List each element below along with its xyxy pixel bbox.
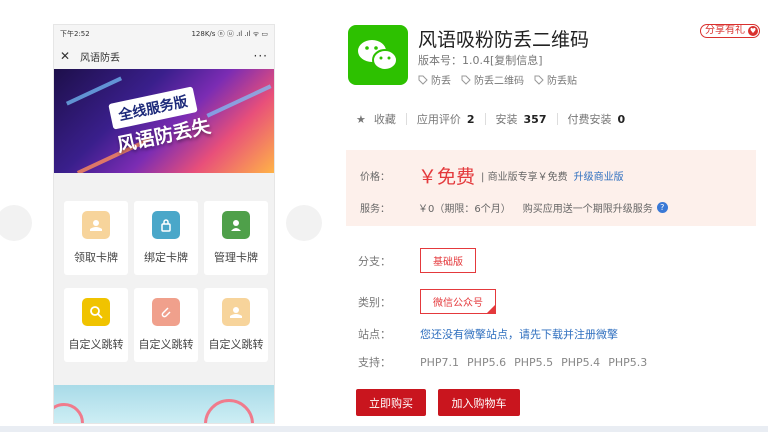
app-detail-page: 下午2:52 128K/s ⓝ ⓤ .ıl .ıl ᯤ ▭ ✕ 风语防丢 ···…	[0, 0, 768, 432]
branch-label: 分支：	[358, 254, 391, 268]
person-card-icon	[222, 211, 250, 239]
tag-label: 防丢二维码	[474, 76, 524, 87]
tag-item[interactable]: 防丢	[418, 72, 451, 87]
tile-label: 自定义跳转	[138, 338, 194, 351]
selected-corner-icon	[486, 304, 496, 314]
rating-value: 2	[466, 112, 475, 126]
share-reward-badge[interactable]: 分享有礼 ♥	[700, 24, 760, 38]
stats-bar: ★ 收藏 应用评价 2 安装 357 付费安装 0	[356, 111, 625, 127]
tile-manage-card: 管理卡牌	[204, 201, 268, 275]
wechat-icon	[348, 25, 408, 85]
tag-label: 防丢贴	[547, 76, 577, 87]
close-icon: ✕	[60, 49, 71, 63]
search-icon	[82, 298, 110, 326]
lock-icon	[152, 211, 180, 239]
php-version: PHP5.6	[467, 355, 507, 369]
status-time: 下午2:52	[60, 30, 90, 38]
tile-label: 自定义跳转	[68, 338, 124, 351]
screenshot-preview: 下午2:52 128K/s ⓝ ⓤ .ıl .ıl ᯤ ▭ ✕ 风语防丢 ···…	[53, 24, 275, 424]
service-row: 服务： ￥0（期限：6个月） 购买应用送一个期限升级服务 ?	[360, 200, 668, 215]
php-version: PHP5.5	[514, 355, 554, 369]
banner-streak	[65, 76, 123, 106]
buy-now-button[interactable]: 立即购买	[356, 389, 426, 416]
tile-label: 绑定卡牌	[144, 251, 188, 264]
category-option-label: 微信公众号	[433, 298, 483, 309]
tile-label: 管理卡牌	[214, 251, 258, 264]
category-label: 类别：	[358, 295, 391, 309]
star-icon[interactable]: ★	[356, 113, 366, 126]
tag-icon	[534, 75, 544, 85]
category-row: 类别： 微信公众号	[358, 289, 496, 314]
more-icon: ···	[253, 49, 268, 63]
version-info[interactable]: 版本号：1.0.4[复制信息]	[418, 52, 543, 68]
tile-label: 自定义跳转	[208, 338, 264, 351]
hand-card-icon	[82, 211, 110, 239]
category-option[interactable]: 微信公众号	[420, 289, 496, 314]
preview-tile-grid: 领取卡牌 绑定卡牌 管理卡牌 自定义跳转 自定义跳转 自定义跳转	[64, 201, 268, 362]
hand-card-icon	[222, 298, 250, 326]
install-value: 357	[523, 112, 547, 126]
paid-install-value: 0	[617, 112, 626, 126]
support-row: 支持： PHP7.1 PHP5.6 PHP5.5 PHP5.4 PHP5.3	[358, 354, 647, 370]
rating-label: 应用评价	[416, 113, 461, 126]
php-version: PHP7.1	[420, 355, 460, 369]
tag-item[interactable]: 防丢二维码	[461, 72, 524, 87]
tile-custom-jump: 自定义跳转	[204, 288, 268, 362]
banner-decoration	[204, 399, 254, 423]
tile-claim-card: 领取卡牌	[64, 201, 128, 275]
site-label: 站点：	[358, 328, 391, 341]
service-value: ￥0（期限：6个月）	[418, 204, 511, 215]
php-version: PHP5.3	[608, 355, 648, 369]
price-note: | 商业版专享￥免费	[481, 172, 568, 183]
tile-custom-jump: 自定义跳转	[64, 288, 128, 362]
paperclip-icon	[152, 298, 180, 326]
price-row: 价格： ￥免费 | 商业版专享￥免费 升级商业版	[360, 162, 624, 189]
banner-decoration	[54, 403, 84, 423]
tag-icon	[461, 75, 471, 85]
tag-label: 防丢	[431, 76, 451, 87]
upgrade-commercial-link[interactable]: 升级商业版	[574, 168, 624, 183]
help-icon[interactable]: ?	[656, 202, 668, 213]
divider	[556, 113, 558, 125]
tile-bind-card: 绑定卡牌	[134, 201, 198, 275]
divider	[405, 113, 407, 125]
favorite-label[interactable]: 收藏	[374, 111, 396, 127]
price-label: 价格：	[360, 172, 390, 183]
divider	[484, 113, 486, 125]
tag-icon	[418, 75, 428, 85]
branch-option[interactable]: 基础版	[420, 248, 476, 273]
price-value: ￥免费	[418, 166, 476, 188]
php-version: PHP5.4	[561, 355, 601, 369]
gift-icon: ♥	[748, 26, 758, 36]
preview-nav-title: 风语防丢	[80, 52, 120, 64]
footer-strip	[0, 426, 768, 432]
status-indicators: 128K/s ⓝ ⓤ .ıl .ıl ᯤ ▭	[191, 30, 268, 38]
tag-list: 防丢 防丢二维码 防丢贴	[418, 72, 577, 87]
app-title: 风语吸粉防丢二维码	[418, 29, 590, 51]
site-row: 站点： 您还没有微擎站点，请先下载并注册微擎	[358, 326, 618, 342]
register-site-link[interactable]: 您还没有微擎站点，请先下载并注册微擎	[420, 326, 618, 342]
tag-item[interactable]: 防丢贴	[534, 72, 577, 87]
tile-custom-jump: 自定义跳转	[134, 288, 198, 362]
branch-row: 分支： 基础版	[358, 248, 476, 273]
tile-label: 领取卡牌	[74, 251, 118, 264]
carousel-next-button[interactable]	[286, 205, 322, 241]
php-version-list: PHP7.1 PHP5.6 PHP5.5 PHP5.4 PHP5.3	[420, 356, 647, 369]
preview-banner: 全线服务版 风语防丢失	[54, 69, 274, 173]
preview-bottom-banner	[54, 385, 274, 423]
support-label: 支持：	[358, 356, 391, 369]
service-label: 服务：	[360, 204, 390, 215]
add-to-cart-button[interactable]: 加入购物车	[438, 389, 520, 416]
install-label: 安装	[495, 113, 518, 126]
status-bar: 下午2:52 128K/s ⓝ ⓤ .ıl .ıl ᯤ ▭	[54, 25, 274, 43]
share-badge-label: 分享有礼	[705, 25, 745, 36]
banner-streak	[206, 84, 272, 118]
carousel-prev-button[interactable]	[0, 205, 32, 241]
price-panel: 价格： ￥免费 | 商业版专享￥免费 升级商业版 服务： ￥0（期限：6个月） …	[346, 150, 756, 226]
preview-nav-bar: ✕ 风语防丢 ···	[54, 43, 274, 69]
paid-install-label: 付费安装	[567, 113, 612, 126]
service-note: 购买应用送一个期限升级服务	[522, 204, 653, 215]
